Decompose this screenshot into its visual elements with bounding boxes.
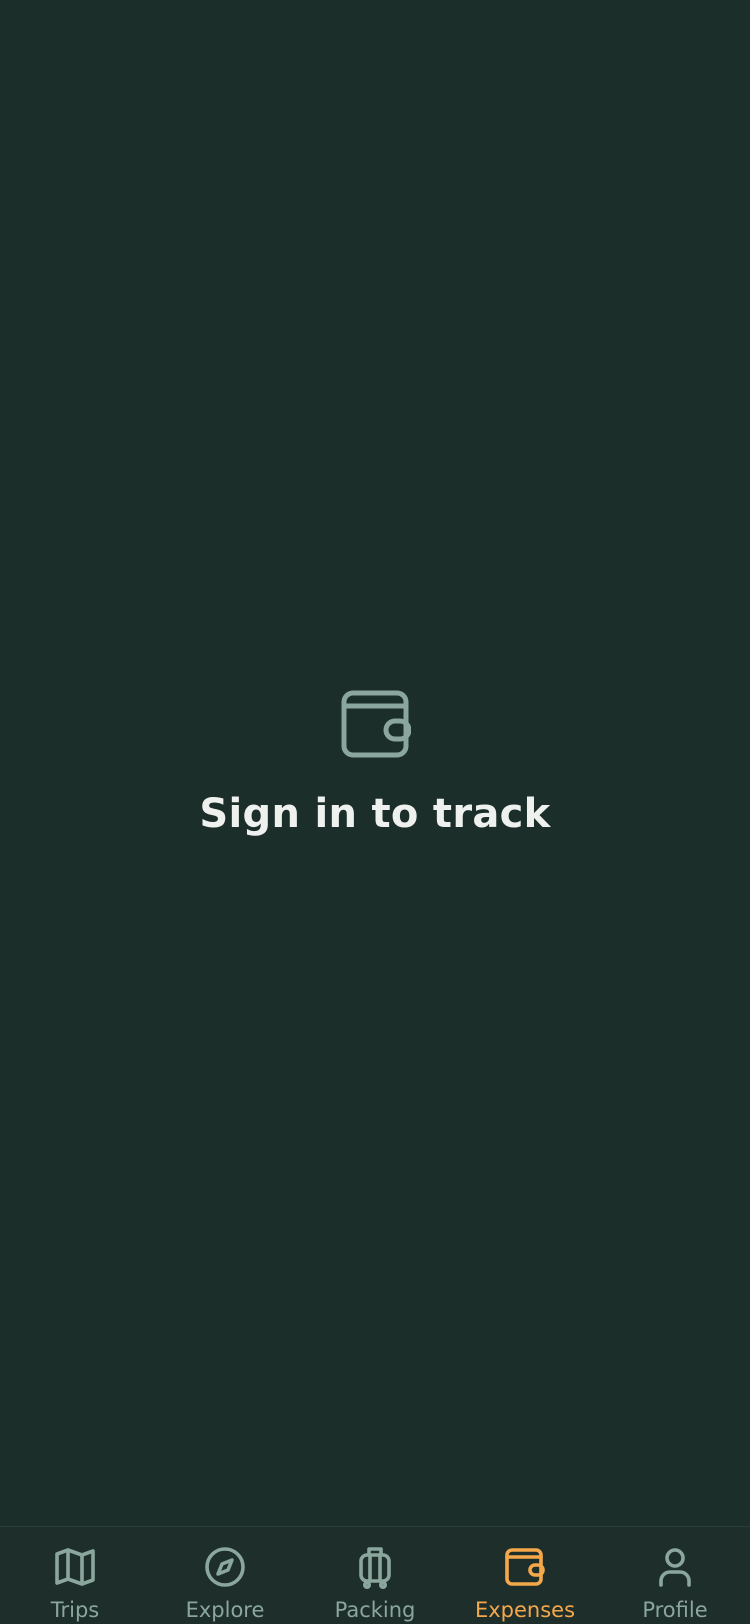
compass-icon bbox=[205, 1547, 245, 1587]
wallet-icon bbox=[505, 1548, 545, 1586]
expenses-screen: Sign in to track Trips Explore Packing E… bbox=[0, 0, 750, 1624]
user-icon bbox=[659, 1548, 691, 1587]
bottom-tab-bar: Trips Explore Packing Expenses Profile bbox=[0, 1526, 750, 1624]
tab-label: Expenses bbox=[474, 1598, 576, 1622]
tab-packing[interactable]: Packing bbox=[300, 1527, 450, 1624]
wallet-icon bbox=[341, 690, 411, 758]
luggage-icon bbox=[359, 1547, 391, 1589]
map-icon bbox=[55, 1548, 95, 1586]
tab-expenses[interactable]: Expenses bbox=[450, 1527, 600, 1624]
tab-explore[interactable]: Explore bbox=[150, 1527, 300, 1624]
tab-label: Trips bbox=[50, 1598, 100, 1622]
tab-profile[interactable]: Profile bbox=[600, 1527, 750, 1624]
tab-trips[interactable]: Trips bbox=[0, 1527, 150, 1624]
empty-state-title: Sign in to track bbox=[199, 791, 551, 837]
tab-label: Profile bbox=[642, 1598, 708, 1622]
tab-label: Explore bbox=[185, 1598, 265, 1622]
tab-label: Packing bbox=[334, 1598, 416, 1622]
empty-state: Sign in to track bbox=[0, 688, 750, 838]
